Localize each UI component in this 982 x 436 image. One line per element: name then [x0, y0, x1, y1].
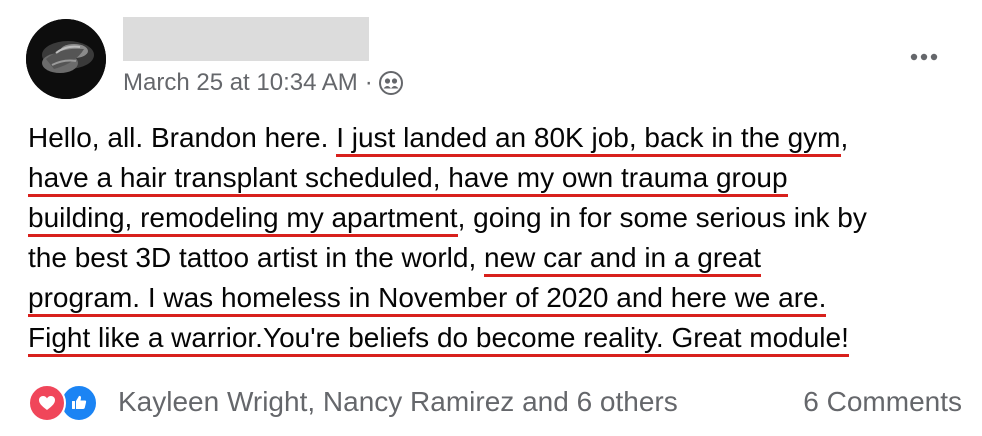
text-segment: Hello, all. Brandon here. [28, 122, 337, 153]
text-segment: , going in for some serious ink by [457, 202, 867, 233]
underlined-text-segment: building, remodeling my apartment [28, 202, 458, 237]
underlined-text-segment: I just landed an 80K job, back in the gy… [336, 122, 841, 157]
post-text-line: the best 3D tattoo artist in the world, … [28, 238, 968, 278]
avatar-image [26, 19, 106, 99]
post-text-line: Fight like a warrior.You're beliefs do b… [28, 318, 968, 358]
author-name-redacted [123, 17, 369, 61]
post-text-line: have a hair transplant scheduled, have m… [28, 158, 968, 198]
love-icon [28, 384, 66, 422]
avatar[interactable] [26, 19, 106, 99]
post-body: Hello, all. Brandon here. I just landed … [28, 118, 968, 358]
friends-icon[interactable] [378, 71, 403, 95]
post-meta: March 25 at 10:34 AM · [123, 66, 403, 100]
post-text-line: program. I was homeless in November of 2… [28, 278, 968, 318]
text-segment: the best 3D tattoo artist in the world, [28, 242, 485, 273]
meta-separator: · [364, 69, 373, 96]
text-segment: , [840, 122, 849, 153]
reactions[interactable] [28, 382, 104, 422]
comments-count[interactable]: 6 Comments [803, 386, 962, 418]
post-timestamp[interactable]: March 25 at 10:34 AM [123, 69, 358, 97]
underlined-text-segment: have a hair transplant scheduled, have m… [28, 162, 788, 197]
underlined-text-segment: new car and in a great [484, 242, 762, 277]
underlined-text-segment: program. I was homeless in November of 2… [28, 282, 827, 317]
more-options-icon[interactable] [904, 44, 944, 70]
post-text-line: Hello, all. Brandon here. I just landed … [28, 118, 968, 158]
post-text-line: building, remodeling my apartment, going… [28, 198, 968, 238]
underlined-text-segment: Fight like a warrior.You're beliefs do b… [28, 322, 849, 357]
reactors-text[interactable]: Kayleen Wright, Nancy Ramirez and 6 othe… [118, 386, 678, 418]
post-footer: Kayleen Wright, Nancy Ramirez and 6 othe… [28, 380, 962, 424]
